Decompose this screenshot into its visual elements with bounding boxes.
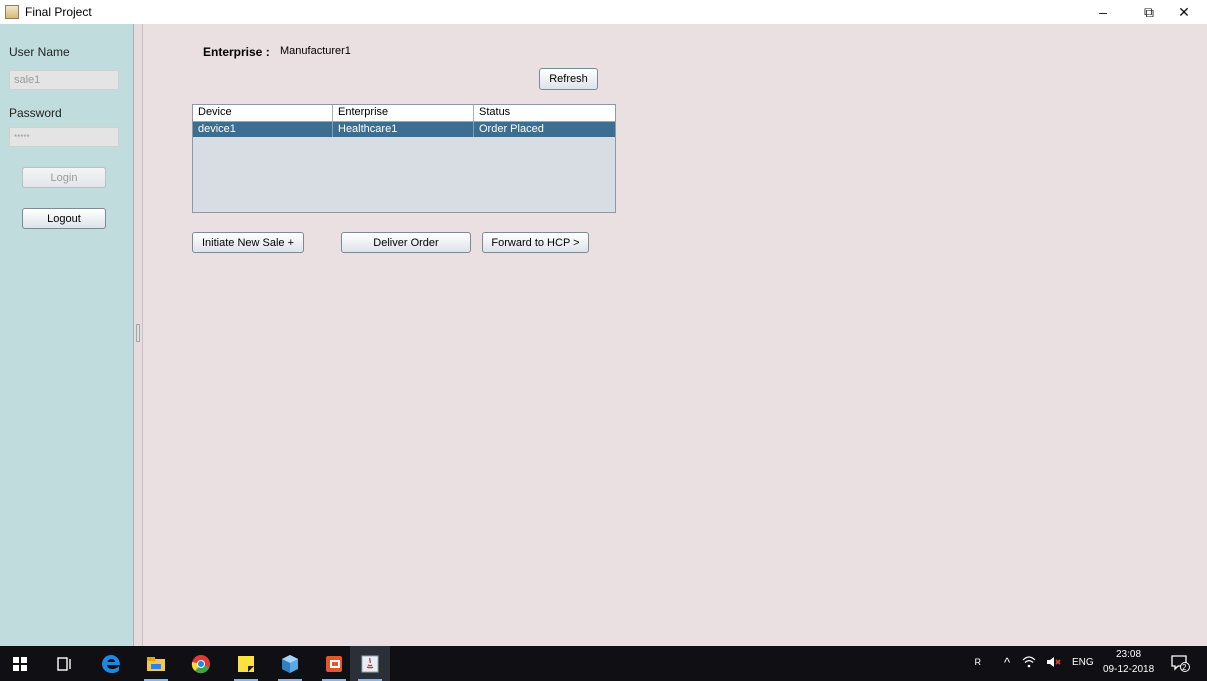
people-icon[interactable]: ᴿ (975, 656, 981, 671)
sticky-notes-icon[interactable] (226, 646, 266, 681)
chrome-icon[interactable] (181, 646, 221, 681)
password-field[interactable]: ***** (9, 127, 119, 147)
office-icon[interactable] (314, 646, 354, 681)
title-bar: Final Project – ⧉ ✕ (0, 0, 1207, 24)
column-header-device[interactable]: Device (193, 105, 333, 121)
minimize-button[interactable]: – (1080, 0, 1126, 24)
enterprise-value: Manufacturer1 (280, 45, 351, 57)
task-view-icon[interactable] (45, 646, 85, 681)
chevron-up-icon[interactable]: ^ (1004, 655, 1010, 670)
login-panel: User Name sale1 Password ***** Login Log… (0, 24, 133, 646)
taskbar: ᴿ ^ ENG 23:08 09-12-2018 2 (0, 646, 1207, 681)
window-title: Final Project (25, 5, 92, 19)
language-indicator[interactable]: ENG (1072, 657, 1094, 668)
volume-muted-icon[interactable] (1046, 656, 1062, 671)
username-field[interactable]: sale1 (9, 70, 119, 90)
wifi-icon[interactable] (1022, 656, 1036, 671)
java-icon[interactable] (350, 646, 390, 681)
divider-grip-icon[interactable] (136, 324, 140, 342)
notification-center-icon[interactable] (1170, 654, 1190, 675)
clock-date[interactable]: 09-12-2018 (1103, 664, 1154, 675)
edge-icon[interactable] (91, 646, 131, 681)
table-row[interactable]: device1 Healthcare1 Order Placed (193, 122, 615, 137)
username-label: User Name (9, 45, 70, 59)
column-header-enterprise[interactable]: Enterprise (333, 105, 474, 121)
table-header: Device Enterprise Status (193, 105, 615, 122)
file-explorer-icon[interactable] (136, 646, 176, 681)
cell-enterprise[interactable]: Healthcare1 (333, 122, 474, 137)
split-pane-divider[interactable] (133, 24, 143, 646)
forward-to-hcp-button[interactable]: Forward to HCP > (482, 232, 589, 253)
clock-time[interactable]: 23:08 (1116, 649, 1141, 660)
notification-count: 2 (1182, 663, 1187, 672)
column-header-status[interactable]: Status (474, 105, 615, 121)
enterprise-label: Enterprise : (203, 45, 270, 59)
password-label: Password (9, 106, 62, 120)
java-app-icon (5, 5, 19, 19)
logout-button[interactable]: Logout (22, 208, 106, 229)
orders-table[interactable]: Device Enterprise Status device1 Healthc… (192, 104, 616, 213)
main-panel: Enterprise : Manufacturer1 Refresh Devic… (143, 24, 1207, 646)
deliver-order-button[interactable]: Deliver Order (341, 232, 471, 253)
app-cube-icon[interactable] (270, 646, 310, 681)
windows-start-icon[interactable] (0, 646, 40, 681)
cell-device[interactable]: device1 (193, 122, 333, 137)
login-button[interactable]: Login (22, 167, 106, 188)
initiate-new-sale-button[interactable]: Initiate New Sale + (192, 232, 304, 253)
close-button[interactable]: ✕ (1161, 0, 1207, 24)
refresh-button[interactable]: Refresh (539, 68, 598, 90)
cell-status[interactable]: Order Placed (474, 122, 615, 137)
